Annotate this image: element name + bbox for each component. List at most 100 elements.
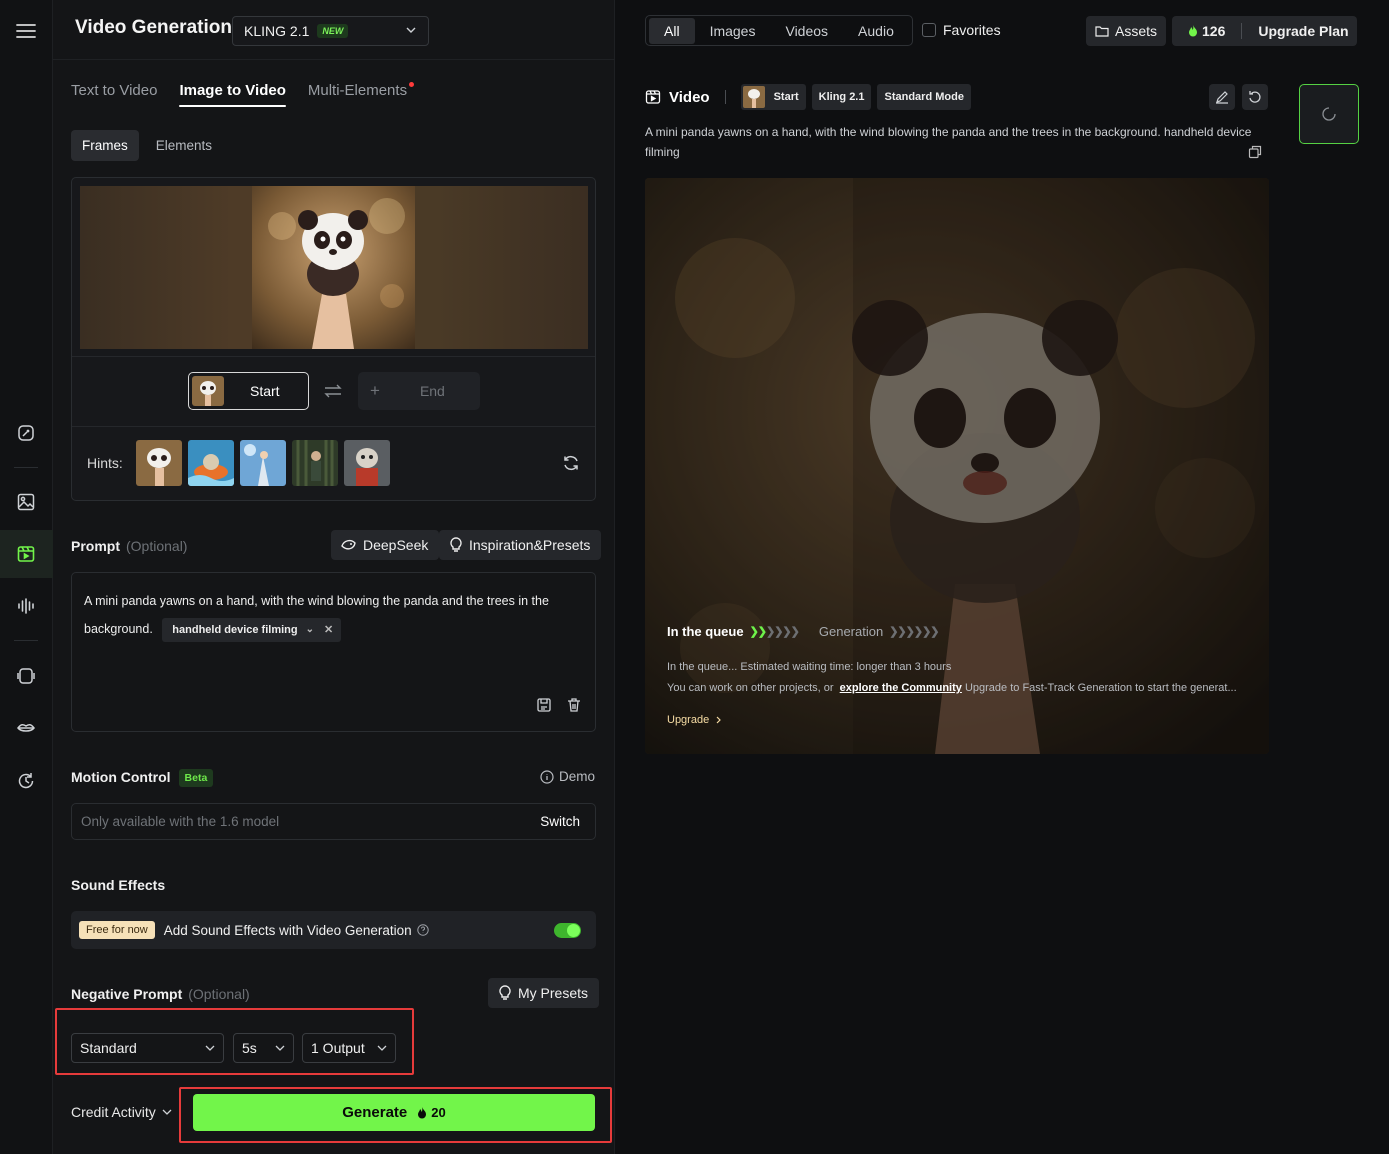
video-description: A mini panda yawns on a hand, with the w…	[645, 125, 1252, 159]
rail-divider	[14, 467, 38, 468]
audio-icon[interactable]	[14, 594, 38, 618]
credits-upgrade-bar: 126 Upgrade Plan	[1172, 16, 1357, 46]
my-presets-button[interactable]: My Presets	[488, 978, 600, 1008]
chevron-down-icon[interactable]: ⌄	[306, 616, 314, 644]
edit-button[interactable]	[1209, 84, 1235, 110]
chevron-down-icon	[406, 27, 416, 33]
start-tag: Start	[740, 84, 806, 110]
frame-preview	[80, 186, 588, 349]
results-panel: All Images Videos Audio Favorites Assets…	[615, 0, 1389, 1154]
checkbox[interactable]	[922, 23, 936, 37]
sound-effects-row: Free for now Add Sound Effects with Vide…	[71, 911, 596, 949]
work-message-end: Upgrade to Fast-Track Generation to star…	[964, 682, 1237, 694]
chevron-down-icon	[162, 1109, 172, 1115]
filter-videos[interactable]: Videos	[770, 18, 843, 44]
tab-multi-elements[interactable]: Multi-Elements	[308, 82, 415, 107]
generate-highlight-box	[179, 1087, 612, 1143]
frame-subtabs: Frames Elements	[71, 130, 223, 161]
start-frame-button[interactable]: Start	[188, 372, 309, 410]
deepseek-label: DeepSeek	[363, 537, 429, 553]
sound-effects-label: Sound Effects	[71, 877, 166, 893]
regenerate-button[interactable]	[1242, 84, 1268, 110]
trash-icon[interactable]	[566, 697, 582, 713]
copy-icon[interactable]	[1248, 145, 1262, 159]
end-frame-button[interactable]: + End	[358, 372, 480, 410]
divider	[72, 426, 595, 427]
queue-progress-icon: ❯❯❯❯❯❯	[749, 626, 800, 638]
favorites-checkbox[interactable]: Favorites	[922, 22, 1001, 38]
queue-message: In the queue... Estimated waiting time: …	[667, 657, 1237, 699]
queue-label: In the queue	[667, 624, 744, 639]
rotate-icon	[1249, 91, 1261, 103]
sound-effects-toggle[interactable]	[554, 923, 581, 938]
mode-tabs: Text to Video Image to Video Multi-Eleme…	[71, 82, 415, 107]
optional-text: (Optional)	[126, 538, 188, 554]
video-preview: In the queue ❯❯❯❯❯❯ Generation ❯❯❯❯❯❯ In…	[645, 178, 1269, 754]
queue-status: In the queue ❯❯❯❯❯❯ Generation ❯❯❯❯❯❯	[667, 624, 940, 639]
video-icon[interactable]	[14, 542, 38, 566]
flame-icon	[1189, 25, 1197, 37]
upgrade-link[interactable]: Upgrade	[667, 714, 723, 726]
panda-start-image	[252, 186, 415, 349]
lips-icon[interactable]	[14, 716, 38, 740]
model-name: KLING 2.1	[244, 23, 310, 39]
tab-image-to-video[interactable]: Image to Video	[179, 82, 287, 107]
filter-audio[interactable]: Audio	[843, 18, 909, 44]
menu-icon[interactable]	[14, 19, 38, 43]
help-icon[interactable]	[416, 924, 429, 936]
hint-thumbnail[interactable]	[136, 440, 182, 486]
close-icon[interactable]: ✕	[324, 616, 333, 644]
save-icon[interactable]	[536, 697, 552, 713]
divider	[724, 90, 726, 104]
hint-thumbnail[interactable]	[292, 440, 338, 486]
folder-icon	[1095, 26, 1109, 37]
my-presets-label: My Presets	[518, 985, 589, 1001]
magic-wand-icon[interactable]	[14, 421, 38, 445]
hint-thumbnail[interactable]	[240, 440, 286, 486]
hint-thumbnail[interactable]	[188, 440, 234, 486]
rail-divider	[14, 640, 38, 641]
generation-progress-icon: ❯❯❯❯❯❯	[889, 626, 939, 638]
subtab-elements[interactable]: Elements	[145, 130, 223, 161]
divider	[72, 356, 595, 357]
assets-button[interactable]: Assets	[1086, 16, 1166, 46]
end-frame-label: End	[419, 383, 445, 399]
generation-panel: Video Generation KLING 2.1 NEW Text to V…	[53, 0, 615, 1154]
effects-icon[interactable]	[14, 664, 38, 688]
app-window: Video Generation KLING 2.1 NEW Text to V…	[0, 0, 1389, 1154]
inspiration-presets-button[interactable]: Inspiration&Presets	[439, 530, 602, 560]
start-frame-thumbnail	[192, 376, 224, 406]
work-message-start: You can work on other projects, or	[667, 682, 834, 694]
motion-control-field: Only available with the 1.6 model Switch	[71, 803, 596, 840]
demo-link[interactable]: Demo	[540, 769, 595, 784]
swap-icon[interactable]	[324, 384, 342, 398]
start-frame-label: Start	[250, 383, 280, 399]
pencil-icon	[1216, 91, 1228, 104]
tab-text-to-video[interactable]: Text to Video	[71, 82, 157, 107]
credit-activity-toggle[interactable]: Credit Activity	[71, 1104, 172, 1120]
credit-activity-label: Credit Activity	[71, 1104, 156, 1120]
filter-all[interactable]: All	[649, 17, 695, 44]
prompt-chip-label: handheld device filming	[172, 623, 298, 636]
history-icon[interactable]	[14, 769, 38, 793]
info-icon	[540, 769, 554, 784]
model-tag: Kling 2.1	[811, 84, 872, 110]
filter-images[interactable]: Images	[695, 18, 771, 44]
deepseek-button[interactable]: DeepSeek	[331, 530, 440, 560]
prompt-text: A mini panda yawns on a hand, with the w…	[84, 587, 584, 643]
subtab-frames[interactable]: Frames	[71, 130, 139, 161]
spinner-icon	[1322, 107, 1336, 121]
wait-time-text: In the queue... Estimated waiting time: …	[667, 661, 952, 673]
explore-community-link[interactable]: explore the Community	[840, 682, 962, 694]
model-select[interactable]: KLING 2.1 NEW	[232, 16, 429, 46]
start-frame-thumbnail	[742, 86, 765, 108]
refresh-icon[interactable]	[562, 454, 580, 472]
settings-highlight-box	[55, 1008, 414, 1075]
queued-thumbnail[interactable]	[1299, 84, 1359, 144]
hint-thumbnail[interactable]	[344, 440, 390, 486]
prompt-textarea[interactable]: A mini panda yawns on a hand, with the w…	[71, 572, 596, 732]
upgrade-plan-button[interactable]: Upgrade Plan	[1258, 23, 1348, 39]
switch-model-button[interactable]: Switch	[540, 814, 580, 829]
prompt-chip[interactable]: handheld device filming ⌄ ✕	[162, 616, 342, 644]
image-icon[interactable]	[14, 490, 38, 514]
